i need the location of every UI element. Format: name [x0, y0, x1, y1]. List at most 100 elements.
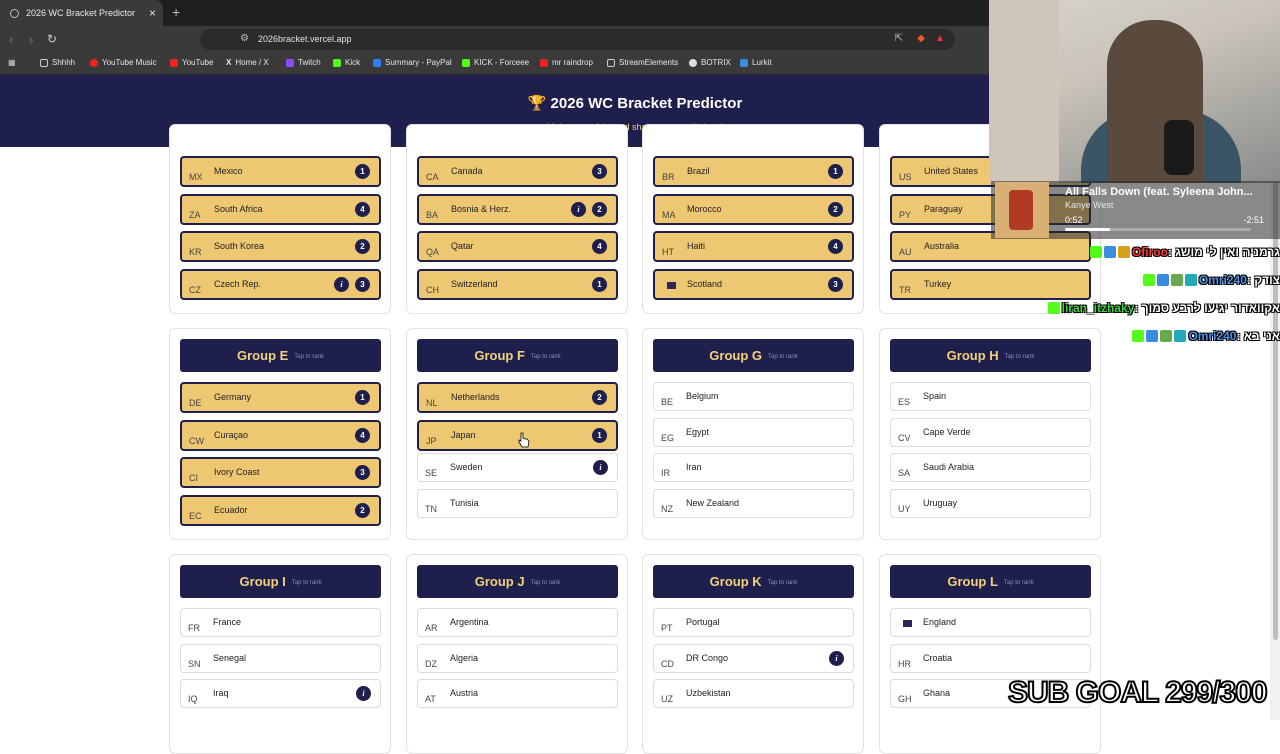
team-row[interactable]: CA Canada 3: [417, 156, 618, 187]
bookmark-youtube-music[interactable]: YouTube Music: [90, 58, 157, 67]
team-code: AT: [425, 694, 436, 704]
info-icon[interactable]: i: [829, 650, 844, 666]
bookmark-mr-raindrop[interactable]: mr raindrop: [540, 58, 593, 67]
info-icon[interactable]: i: [356, 686, 371, 701]
team-name: Mexico: [214, 166, 243, 176]
team-row[interactable]: FR France: [180, 608, 381, 637]
tap-to-rank-hint: Tap to rank: [767, 580, 798, 586]
team-row[interactable]: NZ New Zealand: [653, 488, 854, 518]
team-row[interactable]: PT Portugal: [653, 608, 854, 637]
team-row[interactable]: MA Morocco 2: [653, 193, 854, 225]
team-row[interactable]: ES Spain: [890, 382, 1091, 411]
info-icon[interactable]: i: [571, 201, 586, 217]
team-row[interactable]: CW Curaçao 4: [180, 419, 381, 451]
team-row[interactable]: CH Switzerland 1: [417, 268, 618, 300]
team-row[interactable]: BR Brazil 1: [653, 156, 854, 187]
group-header[interactable]: Group J Tap to rank: [417, 565, 618, 598]
apps-icon[interactable]: ▦: [8, 58, 16, 67]
site-info-icon[interactable]: ⚙: [240, 33, 249, 44]
reload-icon[interactable]: ↻: [47, 32, 57, 46]
team-row[interactable]: HT Haiti 4: [653, 231, 854, 262]
team-row[interactable]: MX Mexico 1: [180, 156, 381, 187]
group-header[interactable]: Group I Tap to rank: [180, 565, 381, 598]
team-code: ZA: [189, 209, 201, 220]
tap-to-rank-hint: Tap to rank: [1004, 354, 1035, 360]
team-row[interactable]: NL Netherlands 2: [417, 382, 618, 413]
team-row[interactable]: UZ Uzbekistan: [653, 679, 854, 708]
bookmark-home-x[interactable]: X Home / X: [226, 58, 269, 67]
bookmark-streamelements[interactable]: StreamElements: [607, 58, 678, 67]
new-tab-icon[interactable]: +: [172, 4, 180, 20]
back-icon[interactable]: ‹: [9, 32, 13, 47]
info-icon[interactable]: i: [334, 276, 349, 292]
team-name: Australia: [924, 241, 960, 251]
team-row[interactable]: CI Ivory Coast 3: [180, 457, 381, 488]
tap-to-rank-hint: Tap to rank: [294, 354, 324, 360]
rewards-icon[interactable]: ▲: [935, 33, 945, 44]
close-tab-icon[interactable]: ×: [149, 6, 156, 20]
team-row[interactable]: IQ Iraq i: [180, 679, 381, 708]
bookmark-kick-forceee[interactable]: KICK - Forceee: [462, 58, 529, 67]
team-row[interactable]: QA Qatar 4: [417, 231, 618, 262]
chat-message: Omri240: אני בא: [1132, 329, 1280, 349]
rank-badge: 4: [355, 201, 370, 217]
team-row[interactable]: BA Bosnia & Herz. 2 i: [417, 193, 618, 225]
team-name: United States: [924, 166, 979, 176]
team-row[interactable]: CZ Czech Rep. 3 i: [180, 268, 381, 300]
team-code: TN: [425, 503, 437, 514]
rank-badge: 3: [355, 465, 370, 480]
group-card: CA Canada 3 BA Bosnia & Herz. 2 i QA Qatar 4 CH Swi…: [406, 124, 628, 314]
team-row[interactable]: AT Austria: [417, 679, 618, 708]
team-code: JP: [426, 435, 437, 446]
group-header[interactable]: Group K Tap to rank: [653, 565, 854, 598]
team-row[interactable]: TR Turkey: [890, 268, 1091, 300]
team-row[interactable]: AR Argentina: [417, 608, 618, 637]
sub-goal-overlay: SUB GOAL 299/300: [1007, 675, 1269, 710]
team-row[interactable]: Scotland 3: [653, 268, 854, 300]
team-row[interactable]: SA Saudi Arabia: [890, 453, 1091, 482]
group-header[interactable]: Group G Tap to rank: [653, 339, 854, 372]
group-header[interactable]: Group L Tap to rank: [890, 565, 1091, 598]
bookmark-lurkit[interactable]: Lurkit: [740, 58, 772, 67]
team-row[interactable]: CV Cape Verde: [890, 417, 1091, 447]
browser-tab[interactable]: 2026 WC Bracket Predictor ×: [0, 0, 163, 26]
team-row[interactable]: UY Uruguay: [890, 488, 1091, 518]
team-row[interactable]: ZA South Africa 4: [180, 193, 381, 225]
brave-shield-icon[interactable]: ◆: [917, 33, 925, 44]
forward-icon[interactable]: ›: [29, 32, 33, 47]
team-row[interactable]: TN Tunisia: [417, 488, 618, 518]
team-row[interactable]: HR Croatia: [890, 643, 1091, 673]
share-icon[interactable]: ⇱: [895, 33, 903, 44]
team-row[interactable]: England: [890, 608, 1091, 637]
info-icon[interactable]: i: [593, 460, 608, 475]
team-row[interactable]: EC Ecuador 2: [180, 494, 381, 526]
tap-to-rank-hint: Tap to rank: [291, 580, 322, 586]
team-code: FR: [188, 623, 200, 633]
tap-to-rank-hint: Tap to rank: [768, 354, 798, 360]
team-row[interactable]: KR South Korea 2: [180, 231, 381, 262]
bookmark-botrix[interactable]: BOTRIX: [689, 58, 731, 67]
group-header[interactable]: Group H Tap to rank: [890, 339, 1091, 372]
bookmark-paypal[interactable]: Summary - PayPal: [373, 58, 452, 67]
team-code: PY: [899, 209, 912, 220]
team-name: Brazil: [687, 166, 710, 176]
team-row[interactable]: SN Senegal: [180, 643, 381, 673]
team-row[interactable]: DZ Algeria: [417, 643, 618, 673]
team-code: DE: [189, 398, 202, 408]
team-row[interactable]: IR Iran: [653, 453, 854, 482]
address-bar[interactable]: ⚙ 2026bracket.vercel.app ⇱ ◆ ▲: [200, 29, 955, 50]
team-code: UY: [898, 503, 911, 514]
group-title: Group H: [946, 348, 999, 363]
team-row[interactable]: BE Belgium: [653, 382, 854, 411]
group-header[interactable]: Group F Tap to rank: [417, 339, 618, 372]
team-row[interactable]: SE Sweden i: [417, 453, 618, 482]
team-row[interactable]: DE Germany 1: [180, 382, 381, 413]
team-row[interactable]: EG Egypt: [653, 417, 854, 447]
bookmark-twitch[interactable]: Twitch: [286, 58, 321, 67]
bookmark-kick[interactable]: Kick: [333, 58, 360, 67]
team-name: Japan: [451, 429, 476, 440]
bookmark-youtube[interactable]: YouTube: [170, 58, 213, 67]
team-row[interactable]: CD DR Congo i: [653, 643, 854, 673]
bookmark-shhhh[interactable]: Shhhh: [40, 58, 75, 67]
group-header[interactable]: Group E Tap to rank: [180, 339, 381, 372]
